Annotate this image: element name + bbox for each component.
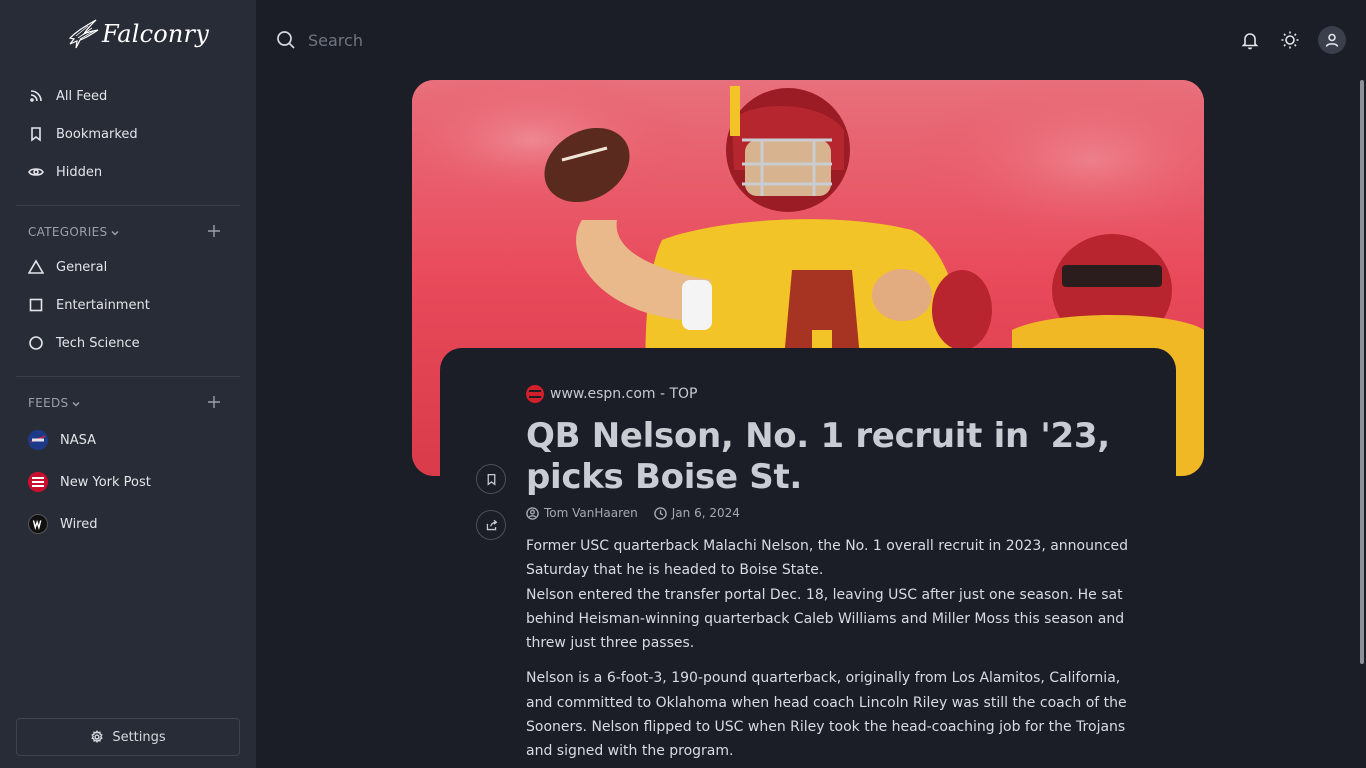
eye-icon bbox=[28, 164, 44, 180]
feeds-header[interactable]: FEEDS bbox=[28, 395, 228, 411]
sidebar: Falconry All Feed Bookmarked Hidden CATE… bbox=[0, 0, 256, 768]
theme-toggle-sun-icon[interactable] bbox=[1280, 30, 1300, 50]
article-source-label: www.espn.com - TOP bbox=[550, 386, 698, 402]
new-york-post-logo-icon bbox=[28, 472, 48, 492]
search-input[interactable] bbox=[308, 28, 808, 52]
categories-header[interactable]: CATEGORIES bbox=[28, 224, 228, 240]
sidebar-item-wired[interactable]: Wired bbox=[28, 514, 98, 534]
sidebar-divider bbox=[16, 205, 240, 206]
user-icon bbox=[1325, 33, 1339, 47]
espn-logo-icon bbox=[526, 385, 544, 403]
article-body: Former USC quarterback Malachi Nelson, t… bbox=[526, 534, 1138, 764]
share-icon bbox=[486, 519, 497, 530]
wired-logo-icon bbox=[28, 514, 48, 534]
user-avatar-button[interactable] bbox=[1318, 26, 1346, 54]
sidebar-item-label: General bbox=[56, 259, 108, 275]
sidebar-item-label: Hidden bbox=[56, 164, 103, 180]
article-author: Tom VanHaaren bbox=[544, 506, 638, 520]
article-source[interactable]: www.espn.com - TOP bbox=[526, 384, 698, 404]
sidebar-divider bbox=[16, 376, 240, 377]
bookmark-icon bbox=[487, 473, 495, 486]
article-date: Jan 6, 2024 bbox=[671, 506, 740, 520]
main-scrollbar[interactable] bbox=[1360, 80, 1364, 664]
square-icon bbox=[28, 297, 44, 313]
sidebar-item-label: Bookmarked bbox=[56, 126, 138, 142]
top-bar bbox=[256, 0, 1366, 80]
sidebar-item-label: NASA bbox=[60, 432, 97, 448]
sidebar-item-label: New York Post bbox=[60, 474, 151, 490]
bookmark-icon bbox=[28, 126, 44, 142]
rss-icon bbox=[28, 88, 44, 104]
categories-heading: CATEGORIES bbox=[28, 225, 108, 239]
clock-icon bbox=[653, 506, 667, 520]
add-category-icon[interactable] bbox=[206, 223, 222, 239]
article-paragraph: Nelson is a 6-foot-3, 190-pound quarterb… bbox=[526, 670, 1127, 760]
feeds-heading: FEEDS bbox=[28, 396, 69, 410]
nasa-logo-icon bbox=[28, 430, 48, 450]
article-paragraph: Former USC quarterback Malachi Nelson, t… bbox=[526, 538, 1129, 579]
sidebar-item-nasa[interactable]: NASA bbox=[28, 430, 96, 450]
chevron-down-icon[interactable] bbox=[71, 398, 81, 408]
bookmark-article-button[interactable] bbox=[476, 464, 506, 494]
sidebar-item-new-york-post[interactable]: New York Post bbox=[28, 472, 151, 492]
sidebar-item-general[interactable]: General bbox=[28, 257, 107, 277]
article-paragraph: Nelson entered the transfer portal Dec. … bbox=[526, 586, 1125, 652]
sidebar-item-all-feed[interactable]: All Feed bbox=[28, 86, 107, 106]
circle-icon bbox=[28, 335, 44, 351]
search-icon[interactable] bbox=[276, 30, 296, 50]
falcon-logo-icon bbox=[68, 19, 99, 49]
gear-icon bbox=[91, 730, 104, 744]
app-logo[interactable]: Falconry bbox=[66, 16, 209, 52]
settings-label: Settings bbox=[112, 729, 166, 745]
sidebar-item-bookmarked[interactable]: Bookmarked bbox=[28, 124, 138, 144]
sidebar-item-label: Wired bbox=[60, 516, 98, 532]
triangle-icon bbox=[28, 259, 44, 275]
chevron-down-icon[interactable] bbox=[110, 227, 120, 237]
sidebar-item-label: Entertainment bbox=[56, 297, 150, 313]
article-title: QB Nelson, No. 1 recruit in '23, picks B… bbox=[526, 416, 1110, 497]
bell-icon[interactable] bbox=[1240, 30, 1260, 50]
sidebar-item-label: Tech Science bbox=[56, 335, 140, 351]
sidebar-item-tech-science[interactable]: Tech Science bbox=[28, 333, 140, 353]
app-name: Falconry bbox=[102, 20, 209, 48]
sidebar-item-label: All Feed bbox=[56, 88, 108, 104]
add-feed-icon[interactable] bbox=[206, 394, 222, 410]
settings-button[interactable]: Settings bbox=[16, 718, 240, 756]
user-circle-icon bbox=[526, 506, 539, 520]
share-article-button[interactable] bbox=[476, 510, 506, 540]
sidebar-item-entertainment[interactable]: Entertainment bbox=[28, 295, 150, 315]
sidebar-item-hidden[interactable]: Hidden bbox=[28, 162, 102, 182]
article-meta: Tom VanHaaren Jan 6, 2024 bbox=[526, 504, 740, 522]
